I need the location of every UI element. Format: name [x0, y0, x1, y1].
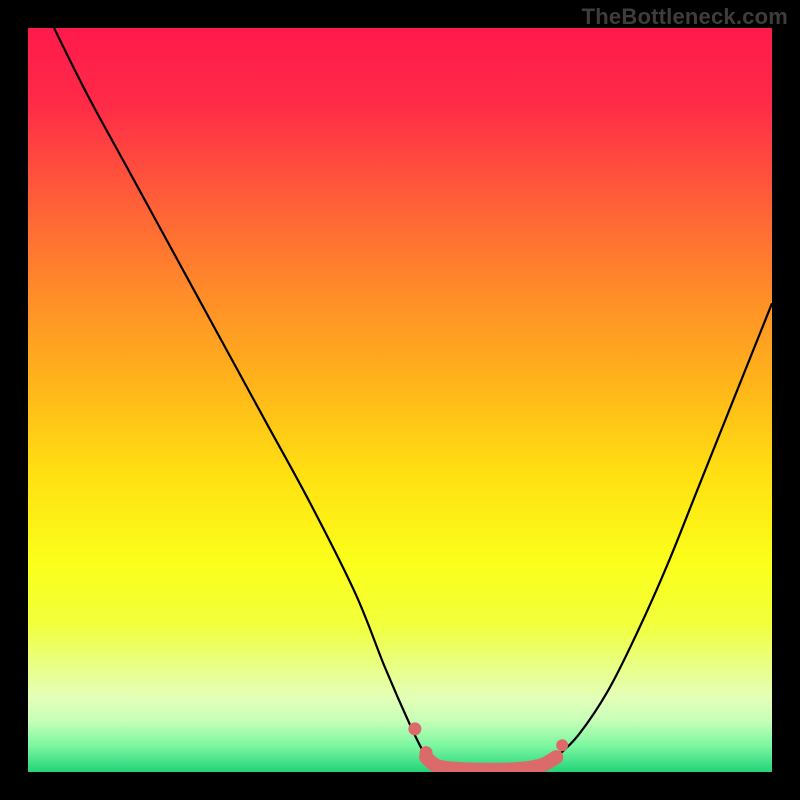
chart-plot-area [28, 28, 772, 772]
marker-right-dot-lower [544, 754, 556, 766]
bottleneck-chart [28, 28, 772, 772]
attribution-text: TheBottleneck.com [582, 4, 788, 30]
marker-right-dot-upper [556, 739, 568, 751]
chart-background [28, 28, 772, 772]
marker-left-dot-lower [420, 746, 433, 759]
image-frame: TheBottleneck.com [0, 0, 800, 800]
marker-left-dot-upper [408, 722, 421, 735]
